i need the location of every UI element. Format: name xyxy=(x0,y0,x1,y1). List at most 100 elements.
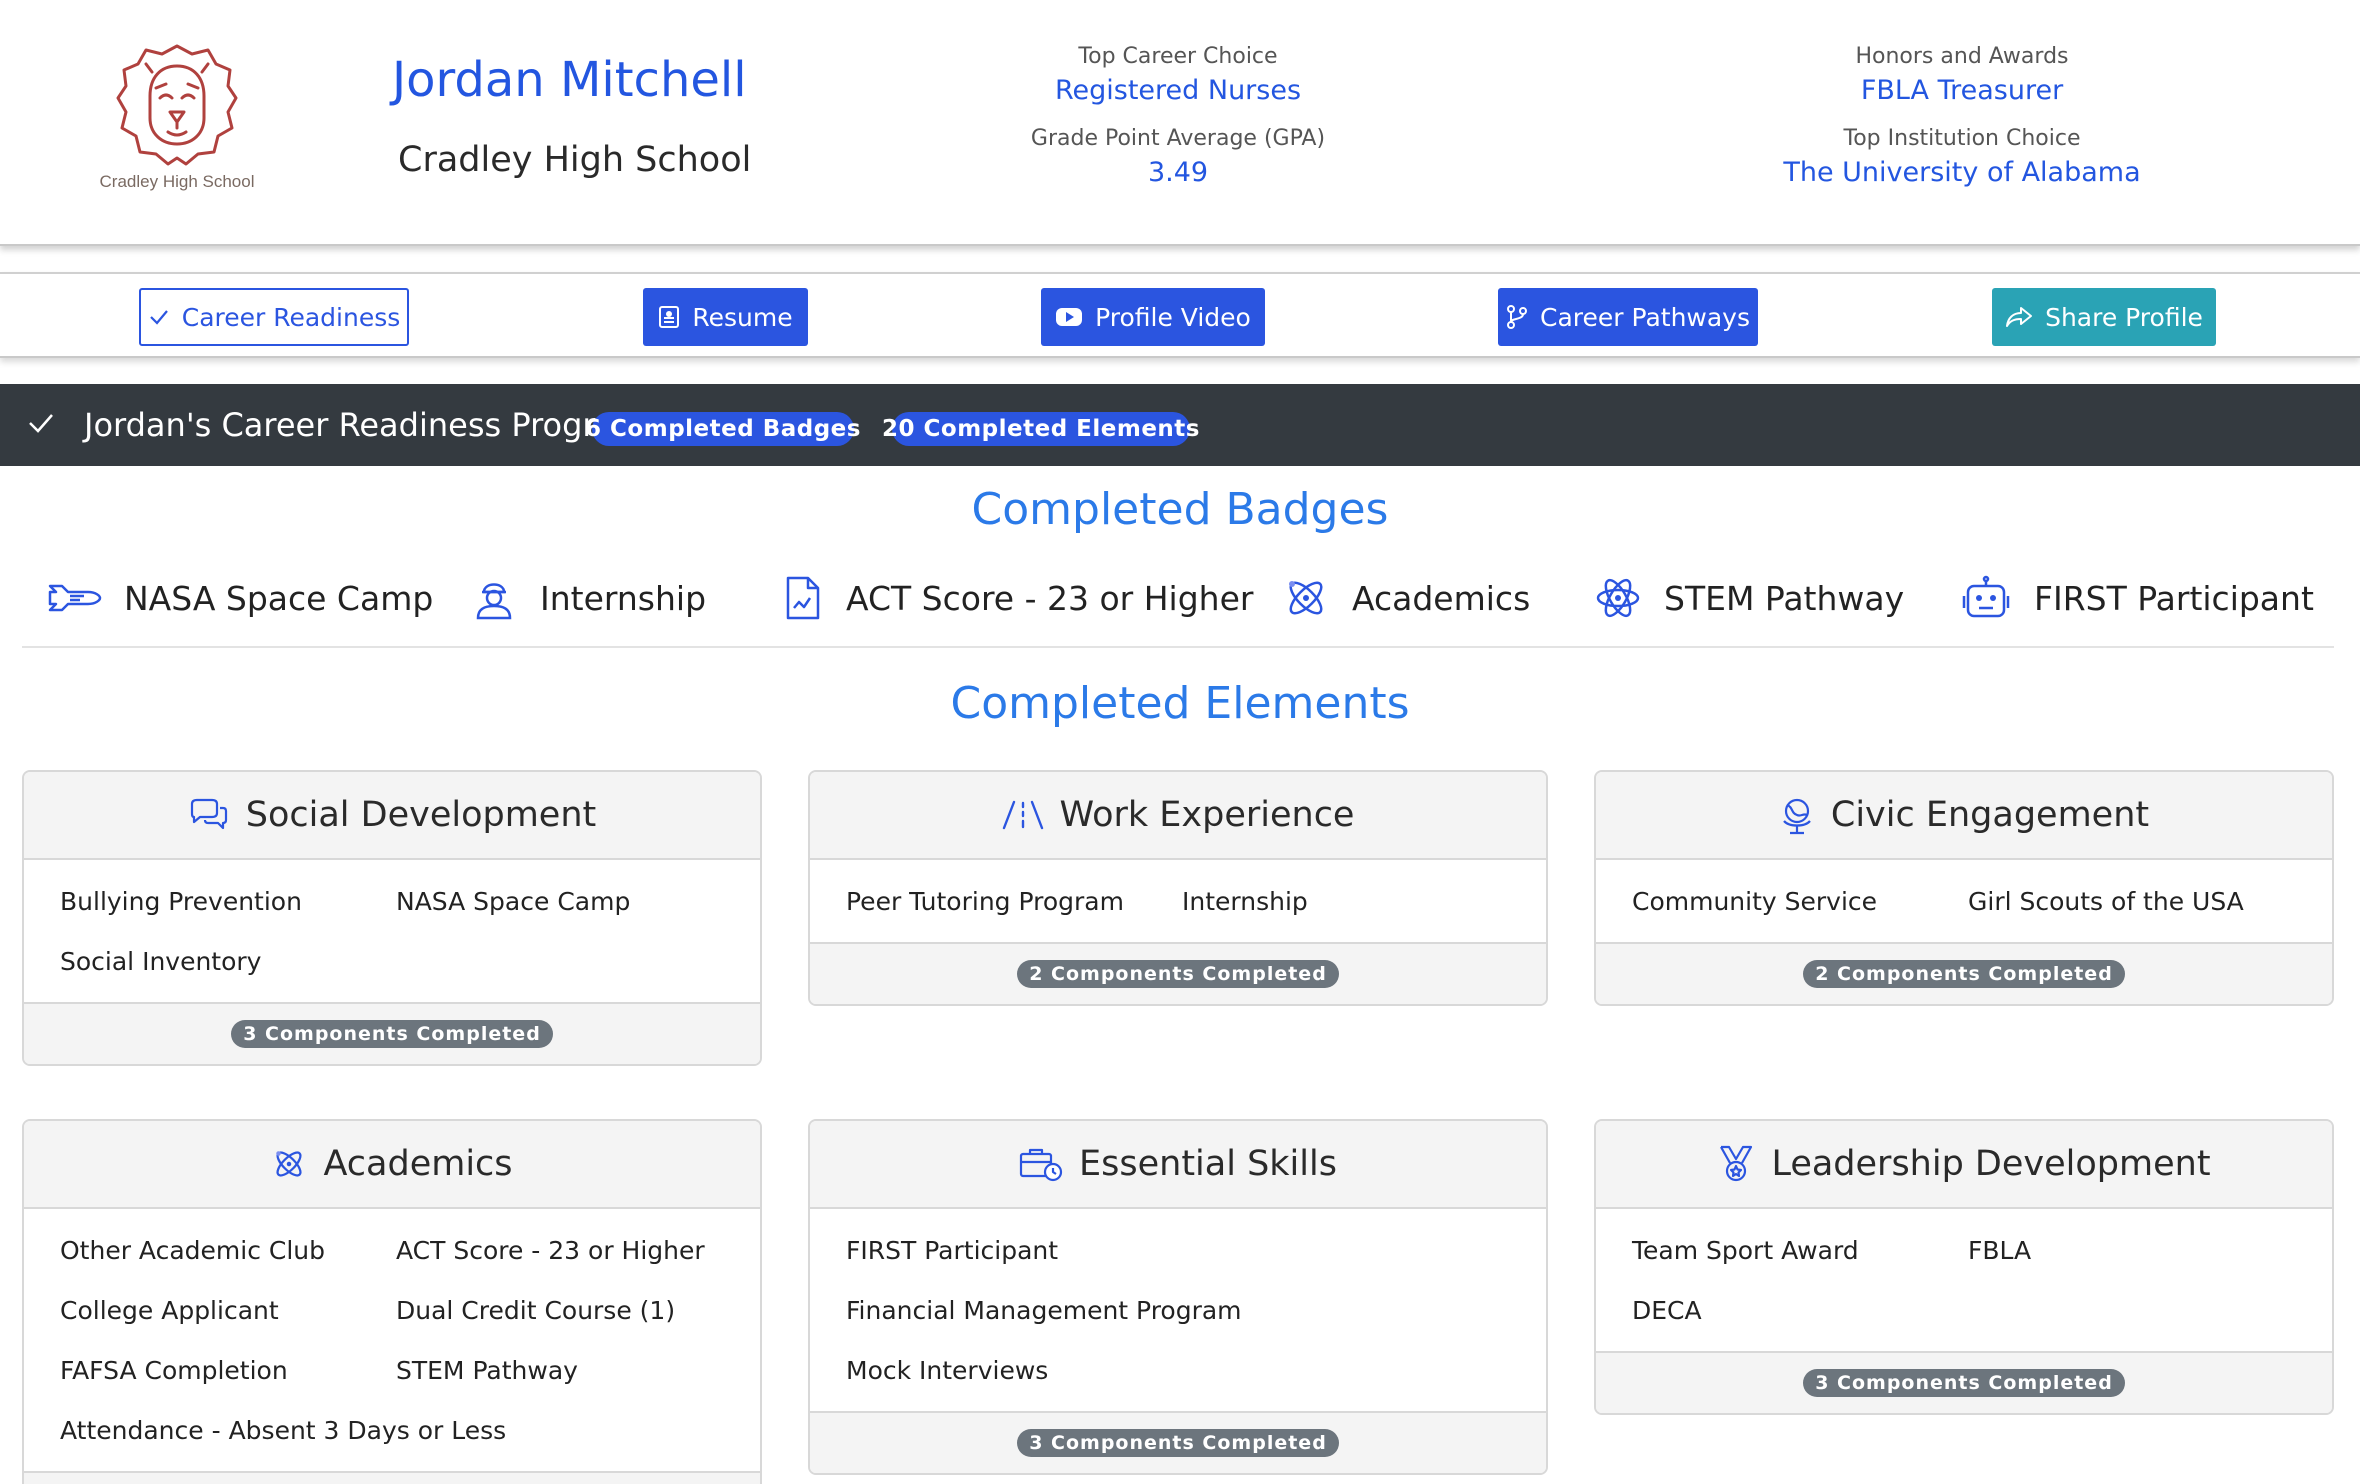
list-item: Social Inventory xyxy=(60,947,262,976)
card-title: Work Experience xyxy=(1059,795,1355,835)
atom-icon xyxy=(276,1151,303,1177)
globe-icon xyxy=(1783,798,1811,835)
element-card-work-experience: Work Experience Peer Tutoring Program In… xyxy=(808,770,1548,1006)
worker-icon xyxy=(476,583,512,620)
completed-elements-heading: Completed Elements xyxy=(950,678,1410,729)
button-label: Resume xyxy=(692,302,793,332)
atom-icon xyxy=(1289,581,1323,615)
document-chart-icon xyxy=(786,576,820,620)
share-profile-button[interactable]: Share Profile xyxy=(1992,288,2216,346)
badge-act-score[interactable]: ACT Score - 23 or Higher xyxy=(780,568,1253,628)
stat-value[interactable]: FBLA Treasurer xyxy=(1762,75,2162,106)
badge-stem-pathway[interactable]: STEM Pathway xyxy=(1594,568,1904,628)
resume-icon xyxy=(659,306,680,328)
stat-value[interactable]: The University of Alabama xyxy=(1762,157,2162,188)
medal-icon xyxy=(1720,1145,1753,1182)
stat-label: Honors and Awards xyxy=(1855,44,2069,69)
badge-first-participant[interactable]: FIRST Participant xyxy=(1960,568,2314,628)
play-video-icon xyxy=(1056,308,1083,326)
completed-elements-pill: 20 Completed Elements xyxy=(882,412,1200,446)
card-footer: 3 Components Completed xyxy=(24,1002,760,1064)
stat-value: 3.49 xyxy=(1147,157,1209,188)
card-body: FIRST Participant Financial Management P… xyxy=(810,1209,1546,1411)
card-header: Leadership Development xyxy=(1596,1121,2332,1209)
badge-label: NASA Space Camp xyxy=(124,578,434,618)
components-completed-badge: 3 Components Completed xyxy=(231,1020,553,1048)
check-icon xyxy=(149,310,168,325)
card-body: Community Service Girl Scouts of the USA xyxy=(1596,860,2332,942)
resume-button[interactable]: Resume xyxy=(643,288,808,346)
career-readiness-button[interactable]: Career Readiness xyxy=(139,288,409,346)
list-item: Internship xyxy=(1182,887,1308,916)
badge-internship[interactable]: Internship xyxy=(470,568,706,628)
badge-nasa-space-camp[interactable]: NASA Space Camp xyxy=(46,568,433,628)
profile-video-button[interactable]: Profile Video xyxy=(1041,288,1265,346)
stat-label: Top Institution Choice xyxy=(1843,126,2081,151)
action-bar: Career Readiness Resume Profile Video Ca… xyxy=(0,272,2360,358)
card-footer: 3 Components Completed xyxy=(810,1411,1546,1473)
honors-stat: Honors and Awards FBLA Treasurer xyxy=(1762,44,2162,106)
list-item: Community Service xyxy=(1632,887,1878,916)
card-body: Bullying Prevention NASA Space Camp Soci… xyxy=(24,860,760,1002)
list-item: Dual Credit Course (1) xyxy=(396,1296,676,1325)
list-item: STEM Pathway xyxy=(396,1356,578,1385)
completed-badges-heading: Completed Badges xyxy=(971,484,1389,535)
badge-label: Internship xyxy=(540,578,707,618)
completed-badges-pill: 6 Completed Badges xyxy=(585,412,860,446)
list-item: Peer Tutoring Program xyxy=(846,887,1124,916)
card-footer xyxy=(24,1471,760,1484)
share-icon xyxy=(2006,307,2033,327)
list-item: FAFSA Completion xyxy=(60,1356,288,1385)
components-completed-badge: 3 Components Completed xyxy=(1017,1429,1339,1457)
list-item: Other Academic Club xyxy=(60,1236,326,1265)
components-completed-badge: 3 Components Completed xyxy=(1803,1369,2125,1397)
card-title: Essential Skills xyxy=(1079,1144,1337,1184)
badge-label: STEM Pathway xyxy=(1664,578,1905,618)
list-item: NASA Space Camp xyxy=(396,887,631,916)
space-shuttle-icon xyxy=(48,584,102,612)
element-card-leadership-development: Leadership Development Team Sport Award … xyxy=(1594,1119,2334,1415)
briefcase-clock-icon xyxy=(1019,1148,1063,1182)
list-item: DECA xyxy=(1632,1296,1702,1325)
atom-icon xyxy=(1596,578,1640,618)
career-pathways-button[interactable]: Career Pathways xyxy=(1498,288,1758,346)
components-completed-badge: 2 Components Completed xyxy=(1017,960,1339,988)
school-logo: Cradley High School xyxy=(92,40,262,200)
stat-label: Top Career Choice xyxy=(1078,44,1278,69)
student-name[interactable]: Jordan Mitchell xyxy=(392,52,747,108)
list-item: College Applicant xyxy=(60,1296,279,1325)
button-label: Share Profile xyxy=(2045,302,2203,332)
card-title: Social Development xyxy=(245,795,597,835)
check-icon xyxy=(29,414,53,433)
card-body: Other Academic Club ACT Score - 23 or Hi… xyxy=(24,1209,760,1471)
card-title: Civic Engagement xyxy=(1830,795,2150,835)
stat-value[interactable]: Registered Nurses xyxy=(978,75,1378,106)
list-item: Girl Scouts of the USA xyxy=(1968,887,2244,916)
school-name: Cradley High School xyxy=(398,140,752,180)
card-header: Social Development xyxy=(24,772,760,860)
institution-stat: Top Institution Choice The University of… xyxy=(1762,126,2162,188)
card-header: Essential Skills xyxy=(810,1121,1546,1209)
list-item: FIRST Participant xyxy=(846,1236,1059,1265)
list-item: Bullying Prevention xyxy=(60,887,302,916)
button-label: Career Pathways xyxy=(1540,302,1750,332)
badge-label: ACT Score - 23 or Higher xyxy=(846,578,1254,618)
badge-academics[interactable]: Academics xyxy=(1282,568,1530,628)
element-card-essential-skills: Essential Skills FIRST Participant Finan… xyxy=(808,1119,1548,1475)
career-choice-stat: Top Career Choice Registered Nurses xyxy=(978,44,1378,106)
card-header: Academics xyxy=(24,1121,760,1209)
element-card-academics: Academics Other Academic Club ACT Score … xyxy=(22,1119,762,1484)
list-item: ACT Score - 23 or Higher xyxy=(396,1236,705,1265)
list-item: Mock Interviews xyxy=(846,1356,1049,1385)
badge-label: Academics xyxy=(1352,578,1531,618)
card-header: Civic Engagement xyxy=(1596,772,2332,860)
card-footer: 3 Components Completed xyxy=(1596,1351,2332,1413)
road-icon xyxy=(1002,800,1043,830)
button-label: Career Readiness xyxy=(181,302,401,332)
card-header: Work Experience xyxy=(810,772,1546,860)
components-completed-badge: 2 Components Completed xyxy=(1803,960,2125,988)
profile-header: Cradley High School Jordan Mitchell Crad… xyxy=(0,0,2360,246)
logo-caption: Cradley High School xyxy=(99,172,255,191)
stat-label: Grade Point Average (GPA) xyxy=(1030,126,1326,151)
button-label: Profile Video xyxy=(1095,302,1251,332)
